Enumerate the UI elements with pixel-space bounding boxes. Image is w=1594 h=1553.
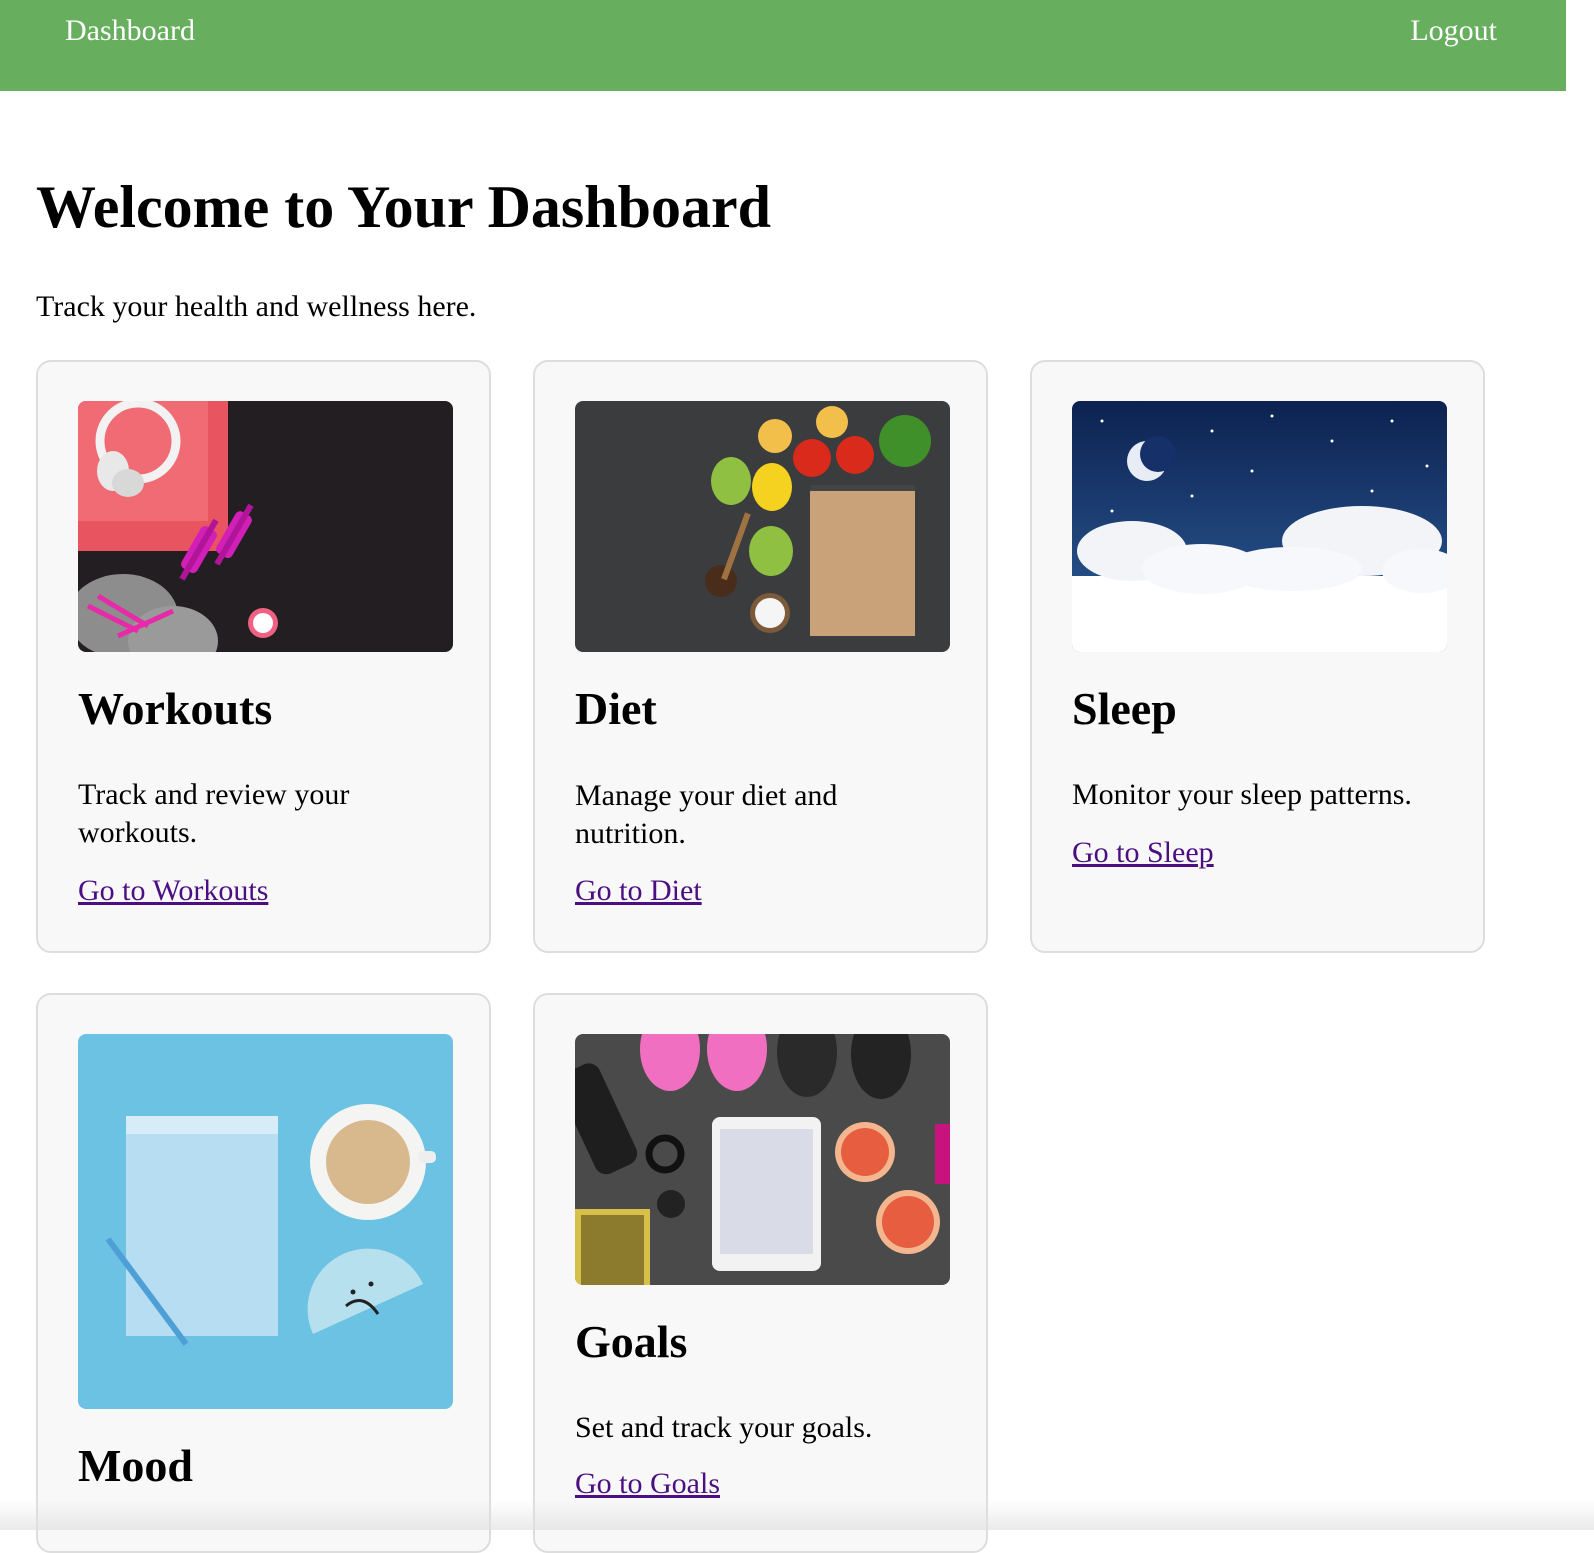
card-description: Track and review your workouts. — [78, 778, 350, 849]
card-sleep: Sleep Monitor your sleep patterns. Go to… — [1030, 360, 1485, 953]
card-title: Sleep — [1072, 683, 1177, 734]
night-sky-moon-image — [1072, 401, 1447, 652]
top-nav-bar: Dashboard Logout — [0, 0, 1566, 91]
card-goals: Goals Set and track your goals. Go to Go… — [533, 993, 988, 1553]
go-to-goals-link[interactable]: Go to Goals — [575, 1466, 720, 1502]
go-to-diet-link[interactable]: Go to Diet — [575, 873, 702, 909]
workout-gear-image — [78, 401, 453, 652]
page-subtitle: Track your health and wellness here. — [36, 290, 477, 323]
card-workouts: Workouts Track and review your workouts.… — [36, 360, 491, 953]
nav-dashboard-link[interactable]: Dashboard — [65, 13, 195, 49]
go-to-sleep-link[interactable]: Go to Sleep — [1072, 835, 1214, 871]
card-title: Workouts — [78, 683, 273, 734]
card-description: Set and track your goals. — [575, 1411, 873, 1444]
go-to-workouts-link[interactable]: Go to Workouts — [78, 873, 268, 909]
card-diet: Diet Manage your diet and nutrition. Go … — [533, 360, 988, 953]
card-mood: Mood — [36, 993, 491, 1553]
page-title: Welcome to Your Dashboard — [36, 174, 771, 240]
card-title: Mood — [78, 1440, 193, 1491]
sneakers-tablet-grapefruit-image — [575, 1034, 950, 1285]
card-title: Diet — [575, 683, 657, 734]
vegetables-notepad-image — [575, 401, 950, 652]
scroll-fade-overlay — [0, 1500, 1594, 1530]
logout-link[interactable]: Logout — [1410, 13, 1497, 49]
card-description: Manage your diet and nutrition. — [575, 779, 838, 850]
card-description: Monitor your sleep patterns. — [1072, 778, 1412, 811]
notebook-coffee-sad-face-image — [78, 1034, 453, 1409]
card-title: Goals — [575, 1316, 688, 1367]
